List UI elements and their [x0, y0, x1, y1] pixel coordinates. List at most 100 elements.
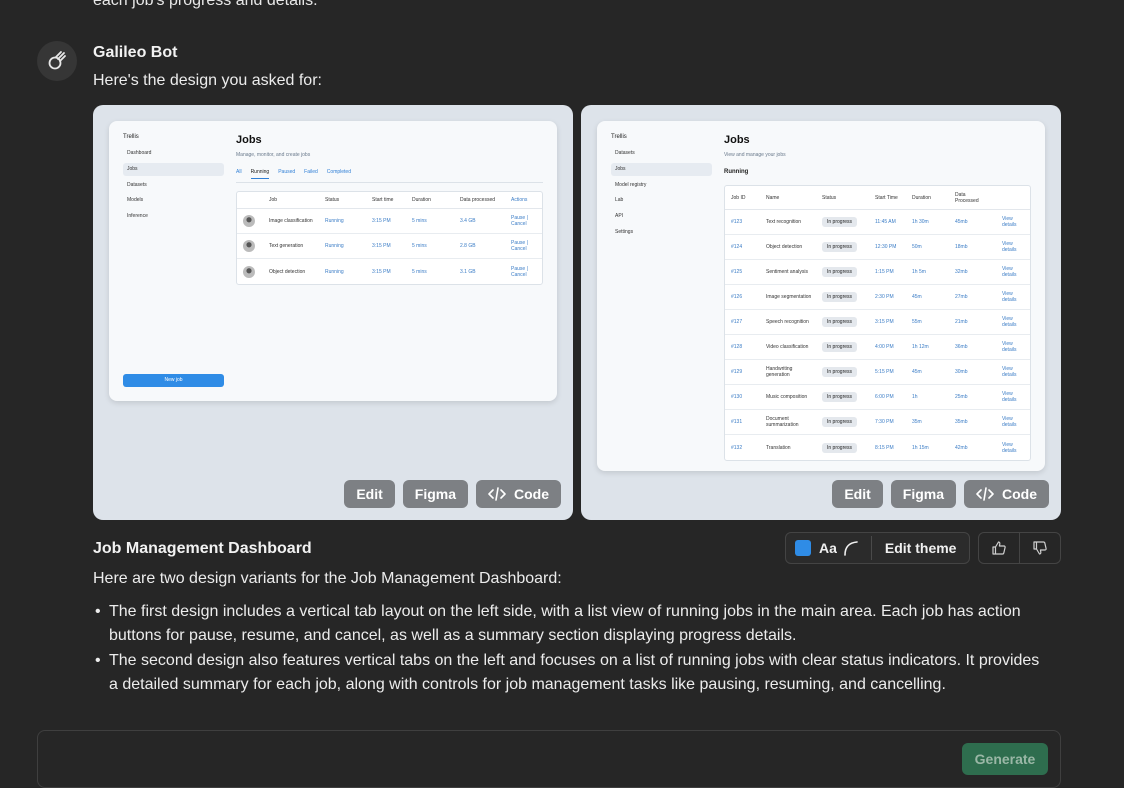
section-title: Running: [724, 169, 749, 175]
nav-item: Datasets: [127, 182, 147, 188]
job-status: In progress: [822, 317, 858, 327]
column-header: Actions: [511, 197, 528, 203]
divider: [870, 536, 872, 560]
code-button[interactable]: Code: [476, 480, 561, 508]
job-name: Video classification: [766, 344, 809, 350]
result-title: Job Management Dashboard: [93, 540, 312, 557]
previous-message-text: each job's progress and details.: [93, 0, 318, 9]
design-card-2[interactable]: Trellis Datasets Jobs Model registry Lab…: [581, 105, 1061, 520]
design-bullets: The first design includes a vertical tab…: [95, 600, 1049, 698]
job-tabs: All Running Paused Failed Completed: [236, 169, 351, 179]
job-start: 6:00 PM: [875, 394, 894, 400]
job-data: 32mb: [955, 269, 968, 275]
edit-button[interactable]: Edit: [832, 480, 883, 508]
job-id: #128: [731, 344, 743, 350]
figma-button[interactable]: Figma: [890, 480, 956, 508]
job-name: Speech recognition: [766, 319, 809, 325]
design-card-1[interactable]: Trellis Dashboard Jobs Datasets Models I…: [93, 105, 573, 520]
job-id: #124: [731, 244, 743, 250]
column-header: Name: [766, 194, 780, 201]
job-duration: 1h 5m: [912, 269, 926, 275]
job-data: 42mb: [955, 444, 968, 451]
card-actions: Edit Figma Code: [344, 480, 561, 508]
job-name: Music composition: [766, 394, 808, 400]
job-thumbnail: [243, 265, 255, 278]
font-selector[interactable]: Aa: [819, 540, 837, 556]
job-id: #130: [731, 394, 743, 400]
column-header: Data Processed: [955, 191, 979, 204]
cancel-link: Cancel: [511, 246, 527, 252]
figma-button[interactable]: Figma: [402, 480, 468, 508]
generate-button[interactable]: Generate: [962, 743, 1048, 775]
design-preview-2: Trellis Datasets Jobs Model registry Lab…: [597, 121, 1045, 471]
job-data: 21mb: [955, 319, 968, 325]
job-data: 2.8 GB: [460, 243, 476, 249]
code-label: Code: [514, 486, 549, 502]
job-status: Running: [325, 268, 344, 275]
page-subtitle: View and manage your jobs: [724, 152, 786, 158]
job-data: 3.4 GB: [460, 218, 476, 224]
table-row: Object detection Running 3:15 PM 5 mins …: [237, 259, 542, 284]
job-start: 3:15 PM: [372, 218, 391, 224]
cancel-link: Cancel: [511, 221, 527, 227]
result-description: Here are two design variants for the Job…: [93, 570, 562, 587]
table-row: #126 Image segmentation In progress 2:30 PM…: [725, 285, 1030, 310]
job-duration: 5 mins: [412, 218, 427, 224]
edit-button[interactable]: Edit: [344, 480, 395, 508]
job-id: #129: [731, 369, 743, 375]
job-name: Text recognition: [766, 219, 802, 225]
column-header: Job: [269, 197, 278, 203]
column-header: Start time: [372, 197, 394, 203]
job-start: 4:00 PM: [875, 344, 894, 350]
column-header: Job ID: [731, 194, 746, 201]
column-header: Start Time: [875, 194, 898, 201]
job-duration: 45m: [912, 294, 922, 300]
table-row: #123 Text recognition In progress 11:45 AM 1…: [725, 210, 1030, 235]
job-name: Object detection: [269, 268, 306, 275]
table-row: #129 Handwriting generation In progress 5:1…: [725, 360, 1030, 385]
tab: Failed: [304, 169, 318, 175]
job-name: Object detection: [766, 244, 803, 250]
nav-item: Settings: [615, 229, 634, 235]
job-thumbnail: [243, 215, 255, 227]
job-duration: 5 mins: [412, 268, 427, 275]
nav-item-active: Jobs: [123, 163, 224, 176]
job-duration: 55m: [912, 319, 922, 325]
job-status: In progress: [822, 392, 858, 402]
job-start: 5:15 PM: [875, 369, 894, 375]
thumbs-up-button[interactable]: [979, 533, 1019, 563]
table-header: Job Status Start time Duration Data proc…: [237, 192, 542, 209]
thumbs-down-button[interactable]: [1019, 533, 1060, 563]
job-status: In progress: [822, 267, 858, 277]
tab: Completed: [326, 169, 351, 175]
nav-item: Model registry: [615, 182, 647, 188]
galileo-logo-icon: [48, 51, 66, 70]
job-name: Handwriting generation: [766, 366, 793, 378]
edit-theme-button[interactable]: Edit theme: [885, 540, 957, 556]
table-row: #132 Translation In progress 8:15 PM 1h 15m 4…: [725, 435, 1030, 460]
card-actions: Edit Figma Code: [832, 480, 1049, 508]
job-name: Image segmentation: [766, 294, 812, 300]
color-swatch[interactable]: [795, 540, 811, 556]
column-header: Status: [325, 197, 340, 203]
job-data: 45mb: [955, 219, 968, 225]
page-subtitle: Manage, monitor, and create jobs: [236, 152, 311, 158]
job-status: In progress: [822, 442, 858, 453]
nav-item: Inference: [127, 213, 148, 219]
view-details-link: View details: [1002, 316, 1017, 328]
radius-icon[interactable]: [843, 540, 859, 556]
job-data: 18mb: [955, 244, 968, 250]
view-details-link: View details: [1002, 241, 1017, 253]
nav-item: Lab: [615, 197, 624, 203]
job-status: In progress: [822, 217, 858, 227]
bullet-item: The second design also features vertical…: [95, 649, 1049, 697]
theme-selector[interactable]: Aa Edit theme: [785, 532, 970, 564]
code-button[interactable]: Code: [964, 480, 1049, 508]
job-name: Text generation: [269, 243, 304, 249]
table-row: #128 Video classification In progress 4:00 …: [725, 335, 1030, 360]
message-composer[interactable]: Generate: [37, 730, 1061, 788]
tab: All: [236, 169, 242, 175]
table-row: Image classification Running 3:15 PM 5 m…: [237, 209, 542, 234]
design-preview-1: Trellis Dashboard Jobs Datasets Models I…: [109, 121, 557, 401]
job-id: #125: [731, 269, 743, 275]
